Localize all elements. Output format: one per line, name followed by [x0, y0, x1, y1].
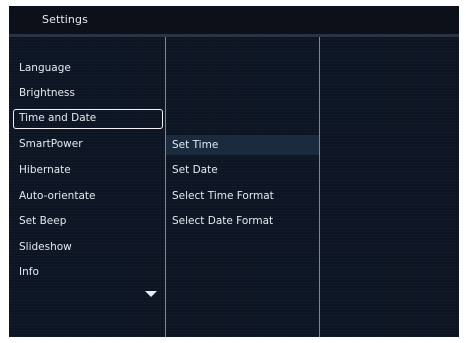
column-divider-right	[319, 37, 320, 337]
menu-item-smartpower[interactable]: SmartPower	[13, 134, 163, 154]
menu-item-time-and-date[interactable]: Time and Date	[13, 109, 163, 129]
header-divider	[9, 34, 459, 37]
menu-item-language[interactable]: Language	[13, 58, 163, 78]
submenu-item-set-time[interactable]: Set Time	[166, 135, 319, 155]
menu-item-brightness[interactable]: Brightness	[13, 83, 163, 103]
submenu-item-select-time-format[interactable]: Select Time Format	[166, 186, 319, 206]
menu-item-info[interactable]: Info	[13, 262, 163, 282]
settings-screen: Settings Language Brightness Time and Da…	[9, 6, 459, 337]
chevron-down-icon[interactable]	[145, 291, 157, 297]
menu-item-set-beep[interactable]: Set Beep	[13, 211, 163, 231]
menu-item-auto-orientate[interactable]: Auto-orientate	[13, 186, 163, 206]
submenu-item-set-date[interactable]: Set Date	[166, 160, 319, 180]
header-bar: Settings	[9, 6, 459, 34]
menu-item-hibernate[interactable]: Hibernate	[13, 160, 163, 180]
submenu-item-select-date-format[interactable]: Select Date Format	[166, 211, 319, 231]
page-title: Settings	[42, 13, 88, 26]
menu-item-slideshow[interactable]: Slideshow	[13, 237, 163, 257]
